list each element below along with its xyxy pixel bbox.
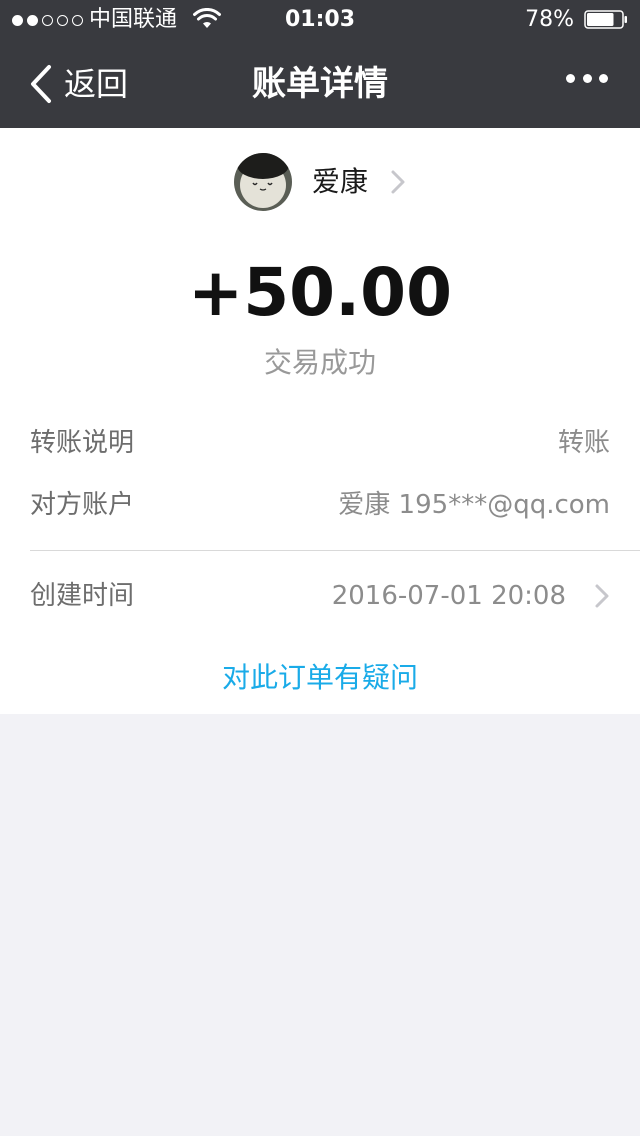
creation-time-row[interactable]: 创建时间 2016-07-01 20:08 xyxy=(30,574,610,618)
description-value: 转账 xyxy=(557,428,610,458)
navigation-bar: 返回 账单详情 xyxy=(0,40,640,128)
payer-section: 爱康 xyxy=(0,152,640,212)
chevron-right-icon xyxy=(391,170,405,194)
description-row: 转账说明 转账 xyxy=(30,421,610,465)
account-label: 对方账户 xyxy=(30,490,135,520)
page-title: 账单详情 xyxy=(252,64,388,104)
more-icon[interactable] xyxy=(566,74,608,86)
battery-icon xyxy=(584,10,627,29)
account-row: 对方账户 爱康 195***@qq.com xyxy=(30,483,610,527)
payer-name: 爱康 xyxy=(311,165,368,198)
avatar xyxy=(233,153,292,211)
chevron-right-icon xyxy=(595,584,609,608)
divider xyxy=(30,550,640,551)
transaction-status: 交易成功 xyxy=(263,346,376,379)
account-value: 爱康 195***@qq.com xyxy=(338,490,610,520)
status-bar: 中国联通 01:03 78% xyxy=(0,0,640,40)
payer-profile-link[interactable]: 爱康 xyxy=(233,153,406,211)
creation-time-label: 创建时间 xyxy=(30,581,135,611)
more-dot xyxy=(599,74,608,83)
top-bar: 中国联通 01:03 78% 返回 账单详情 xyxy=(0,0,640,128)
bill-detail-card: 爱康 +50.00 交易成功 转账说明 转账 对方账户 爱康 195***@qq… xyxy=(0,128,640,714)
transaction-amount: +50.00 xyxy=(187,254,453,331)
avatar-image xyxy=(233,153,292,211)
creation-time-value: 2016-07-01 20:08 xyxy=(331,581,566,611)
battery-percent: 78% xyxy=(525,7,574,32)
more-dot xyxy=(566,74,575,83)
more-dot xyxy=(582,74,592,83)
description-label: 转账说明 xyxy=(30,428,135,458)
order-question-link[interactable]: 对此订单有疑问 xyxy=(0,656,640,700)
